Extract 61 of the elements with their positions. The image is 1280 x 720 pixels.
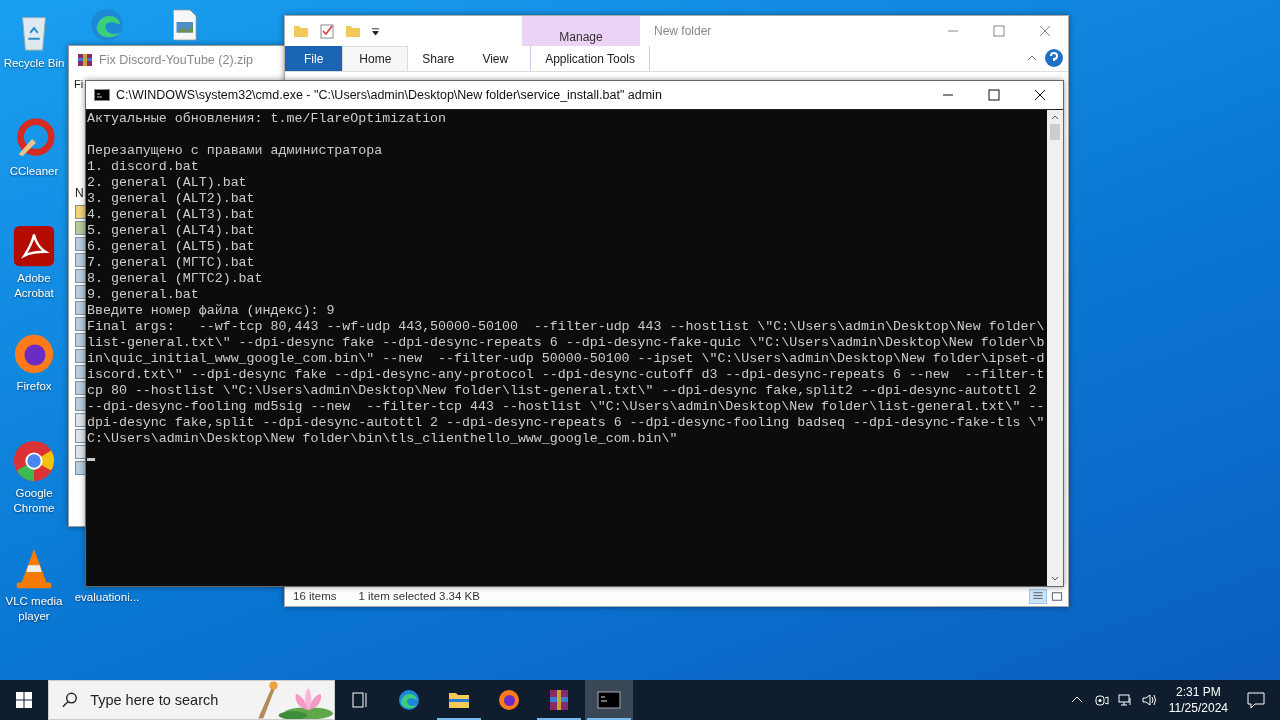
console-line: Актуальные обновления: t.me/FlareOptimization <box>87 111 447 127</box>
desktop-icon-label[interactable]: Google Chrome <box>0 486 68 516</box>
firefox-icon[interactable] <box>497 688 521 712</box>
desktop-icon-label[interactable]: evaluationi... <box>74 589 140 605</box>
console-line: cp 80 --hostlist \"C:\Users\admin\Desktop\New folder\list-general.txt\" --dpi-desync fake,split2 --dpi-desync-autottl 2 <box>87 383 1037 399</box>
desktop-icon-label[interactable]: Adobe Acrobat <box>0 271 68 301</box>
dropdown-icon[interactable] <box>371 26 380 36</box>
scrollbar[interactable] <box>1047 110 1063 586</box>
search-icon <box>61 691 79 709</box>
context-tab-header: Manage <box>522 16 640 46</box>
text-cursor <box>87 458 95 461</box>
ribbon-tab[interactable]: Application Tools <box>530 46 651 71</box>
console-line: 3. general (ALT2).bat <box>87 191 255 207</box>
properties-icon[interactable] <box>319 23 335 39</box>
search-bar[interactable]: Type here to search <box>48 680 335 720</box>
speaker-icon[interactable] <box>1140 692 1157 708</box>
network-icon[interactable] <box>1116 692 1133 708</box>
window-title: New folder <box>653 23 712 40</box>
console-line: Final args: --wf-tcp 80,443 --wf-udp 443,50000-50100 --filter-udp 443 --hostlist \"C:\Users\admin\Desktop\New folder\ <box>87 319 1045 335</box>
desktop-icon-label[interactable]: CCleaner <box>9 163 59 179</box>
console-line: C:\Users\admin\Desktop\New folder\bin\tls_clienthello_www_google_com.bin\" <box>87 431 678 447</box>
archive-icon[interactable] <box>547 688 571 712</box>
clock[interactable]: 2:31 PM 11/25/2024 <box>1160 680 1236 720</box>
console-line: 4. general (ALT3).bat <box>87 207 255 223</box>
column-header[interactable]: N <box>75 186 84 204</box>
console-icon <box>94 89 110 101</box>
console-line: 9. general.bat <box>87 287 199 303</box>
details-view-button[interactable] <box>1030 589 1046 603</box>
archive-icon <box>77 52 93 68</box>
file-menu-button[interactable]: File <box>285 46 343 71</box>
status-text: 16 items <box>293 590 337 602</box>
console-line: dpi-desync fake,split --dpi-desync-autottl 2 --dpi-desync-repeats 6 --dpi-desync-fooling badseq --dpi-desync-fake-tls \" <box>87 415 1045 431</box>
console-line: 8. general (МГТС2).bat <box>87 271 263 287</box>
scroll-thumb[interactable] <box>1050 124 1060 140</box>
tiles-view-button[interactable] <box>1049 589 1065 603</box>
window-title: C:\WINDOWS\system32\cmd.exe - "C:\Users\admin\Desktop\New folder\service_install.bat" admin <box>116 88 662 102</box>
ribbon-tab[interactable]: Home <box>342 46 409 71</box>
edge-icon[interactable] <box>397 688 421 712</box>
camera-icon[interactable] <box>1092 692 1109 708</box>
pdf-icon[interactable] <box>11 223 57 269</box>
console-line: in\quic_initial_www_google_com.bin\" --new --filter-udp 50000-50100 --ipset \"C:\Users\admin\Desktop\New folder\ipset-d <box>87 351 1045 367</box>
console-line: --dpi-desync-fooling md5sig --new --filter-tcp 443 --hostlist \"C:\Users\admin\Desktop\New folder\list-general.txt\" -- <box>87 399 1045 415</box>
console-line: Перезапущено с правами администратора <box>87 143 383 159</box>
console-line: 5. general (ALT4).bat <box>87 223 255 239</box>
console-icon[interactable] <box>597 688 621 712</box>
menu-item[interactable]: Fi <box>69 74 84 90</box>
console-line: Введите номер файла (индекс): 9 <box>87 303 335 319</box>
console-line: list-general.txt\" --dpi-desync fake --dpi-desync-repeats 6 --dpi-desync-fake-quic \"C:\Users\admin\Desktop\New folder\b <box>87 335 1045 351</box>
window-title: Fix Discord-YouTube (2).zip <box>99 53 253 67</box>
desktop-icon-label[interactable]: VLC media player <box>0 593 68 624</box>
console-line: 1. discord.bat <box>87 159 199 175</box>
notification-icon[interactable] <box>1246 690 1266 710</box>
search-field[interactable]: Type here to search <box>88 691 253 709</box>
status-text: 1 item selected 3.34 KB <box>358 590 480 602</box>
desktop-icon-label[interactable]: Firefox <box>16 378 52 394</box>
console-line: 6. general (ALT5).bat <box>87 239 255 255</box>
console-line: 2. general (ALT).bat <box>87 175 247 191</box>
console-line: iscord.txt\" --dpi-desync fake --dpi-desync-any-protocol --dpi-desync-cutoff d3 --dpi-desync-repeats 6 --new --filter-t <box>87 367 1045 383</box>
console-line: 7. general (МГТС).bat <box>87 255 255 271</box>
chrome-icon[interactable] <box>11 438 57 484</box>
desktop-icon-label[interactable]: Recycle Bin <box>3 56 65 71</box>
